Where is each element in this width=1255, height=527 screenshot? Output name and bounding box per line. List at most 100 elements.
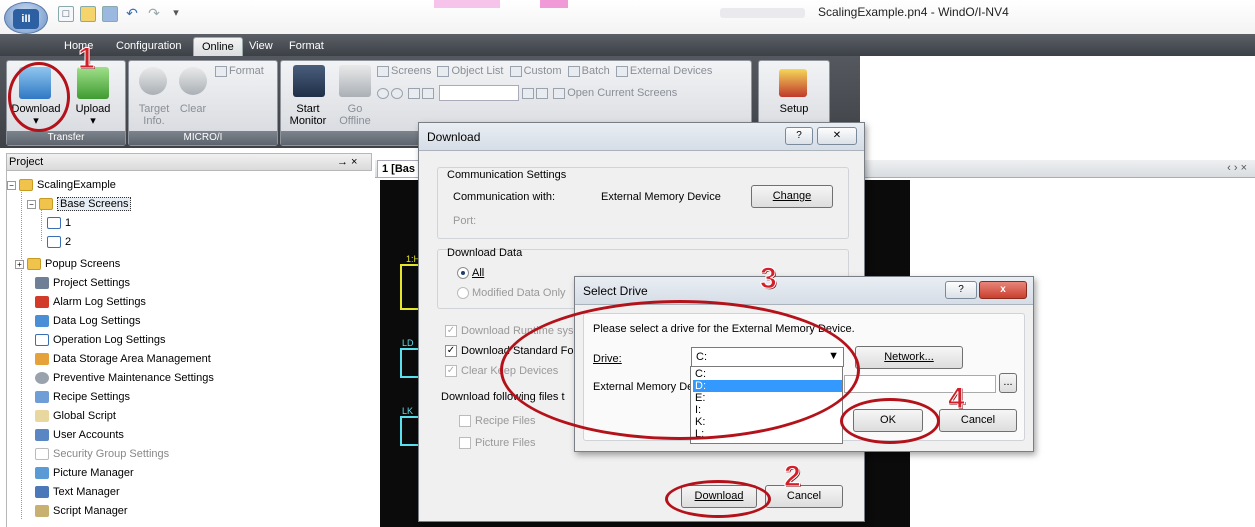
change-button[interactable]: Change <box>751 185 833 208</box>
external-memory-path-field[interactable] <box>844 375 996 393</box>
start-monitor-button[interactable]: Start Monitor <box>283 103 333 127</box>
back-icon[interactable] <box>377 87 389 99</box>
help-button[interactable]: ? <box>785 127 813 145</box>
tree-node-screen-2[interactable]: 2 <box>47 233 71 252</box>
last-icon[interactable] <box>536 87 549 99</box>
save-icon[interactable] <box>102 6 118 22</box>
close-button[interactable]: x <box>979 281 1027 299</box>
tree-node-label: Picture Manager <box>53 467 134 479</box>
tab-format[interactable]: Format <box>281 37 332 56</box>
setup-button[interactable]: Setup <box>763 103 825 115</box>
format-label: Format <box>229 65 264 77</box>
open-current-screens-button[interactable]: Open Current Screens <box>553 87 677 99</box>
background-window-fragment <box>434 0 500 8</box>
application-button[interactable]: iII <box>4 2 48 34</box>
batch-button[interactable]: Batch <box>567 65 610 77</box>
annotation-ring-4 <box>840 398 940 444</box>
new-file-icon[interactable]: □ <box>58 6 74 22</box>
tree-node-data-log[interactable]: Data Log Settings <box>35 312 140 331</box>
radio-icon <box>457 287 469 300</box>
screens-label: Screens <box>391 65 432 77</box>
tab-view[interactable]: View <box>241 37 281 56</box>
open-current-label: Open Current Screens <box>567 86 678 99</box>
tree-node-text-manager[interactable]: Text Manager <box>35 483 120 502</box>
tab-online[interactable]: Online <box>193 37 243 56</box>
undo-icon[interactable]: ↶ <box>124 6 140 22</box>
screen-number-input[interactable] <box>439 85 520 101</box>
tree-node-alarm-log[interactable]: Alarm Log Settings <box>35 293 146 312</box>
annotation-ring-2 <box>665 480 771 518</box>
upload-ribbon-button[interactable]: Upload <box>65 103 121 115</box>
communication-with-label: Communication with: <box>453 191 556 203</box>
recipe-files-checkbox[interactable]: Recipe Files <box>459 415 536 428</box>
micro-i-group-label: MICRO/I <box>129 131 277 145</box>
download-cancel-button[interactable]: Cancel <box>765 485 843 508</box>
batch-icon <box>567 65 580 77</box>
text-icon <box>35 486 49 499</box>
tree-node-data-storage[interactable]: Data Storage Area Management <box>35 350 211 369</box>
object-list-button[interactable]: Object List <box>437 65 503 77</box>
redo-icon[interactable]: ↷ <box>146 6 162 22</box>
first-icon[interactable] <box>408 87 421 99</box>
picture-files-checkbox[interactable]: Picture Files <box>459 437 536 450</box>
port-label: Port: <box>453 215 477 227</box>
tree-node-label: Data Log Settings <box>53 315 141 327</box>
picture-files-label: Picture Files <box>475 437 536 449</box>
pin-close-icons[interactable]: → × <box>337 156 357 168</box>
editor-tab-screen-1[interactable]: 1 [Bas <box>377 160 423 178</box>
format-button[interactable]: Format <box>215 65 264 77</box>
forward-icon[interactable] <box>391 87 403 99</box>
script-icon <box>35 505 49 518</box>
window-title: ScalingExample.pn4 - WindO/I-NV4 <box>818 5 1009 19</box>
help-button[interactable]: ? <box>945 281 977 299</box>
expand-icon[interactable]: + <box>15 259 24 269</box>
project-tree: − ScalingExample − Base Screens 1 2 + Popup… <box>6 171 372 527</box>
collapse-icon[interactable]: − <box>7 180 16 190</box>
close-button[interactable]: ✕ <box>817 127 857 145</box>
tree-node-project-settings[interactable]: Project Settings <box>35 274 130 293</box>
tree-node-operation-log[interactable]: Operation Log Settings <box>35 331 166 350</box>
tree-node-security-group[interactable]: Security Group Settings <box>35 445 169 464</box>
screens-button[interactable]: Screens <box>377 65 431 77</box>
all-radio[interactable]: All <box>457 267 484 280</box>
open-folder-icon[interactable] <box>80 6 96 22</box>
tree-node-popup-screens[interactable]: + Popup Screens <box>15 255 120 274</box>
tree-node-global-script[interactable]: Global Script <box>35 407 116 426</box>
target-info-button[interactable]: Target Info. <box>131 103 177 127</box>
network-button[interactable]: Network... <box>855 346 963 369</box>
recipe-files-label: Recipe Files <box>475 415 536 427</box>
download-dialog-titlebar: Download ? ✕ <box>419 123 864 151</box>
tree-node-recipe-settings[interactable]: Recipe Settings <box>35 388 130 407</box>
tree-node-label: Script Manager <box>53 505 128 517</box>
tree-node-picture-manager[interactable]: Picture Manager <box>35 464 134 483</box>
folder-icon <box>39 198 53 211</box>
tree-node-base-screens[interactable]: − Base Screens <box>27 195 132 214</box>
previous-icon[interactable] <box>422 87 435 99</box>
tree-node-project[interactable]: − ScalingExample <box>7 176 116 195</box>
tree-node-user-accounts[interactable]: User Accounts <box>35 426 124 445</box>
external-devices-button[interactable]: External Devices <box>615 65 712 77</box>
next-icon[interactable] <box>522 87 535 99</box>
editor-tab-controls[interactable]: ‹ › × <box>1227 162 1247 174</box>
modified-data-radio[interactable]: Modified Data Only <box>457 287 566 300</box>
screens-row: Screens Object List Custom Batch Externa… <box>377 65 712 77</box>
maintenance-icon <box>35 372 49 385</box>
quick-access-dropdown-icon[interactable]: ▾ <box>168 6 184 22</box>
canvas-label-ld: LD <box>402 338 414 348</box>
micro-i-group: Target Info. Clear Format MICRO/I <box>128 60 278 146</box>
browse-button[interactable]: ... <box>999 373 1017 393</box>
clear-button[interactable]: Clear <box>173 103 213 115</box>
tree-node-screen-1[interactable]: 1 <box>47 214 71 233</box>
collapse-icon[interactable]: − <box>27 199 36 209</box>
tree-node-label: Security Group Settings <box>53 448 170 460</box>
tree-node-label: Preventive Maintenance Settings <box>53 372 214 384</box>
screen-icon <box>47 217 61 230</box>
tab-configuration[interactable]: Configuration <box>108 37 189 56</box>
tree-node-script-manager[interactable]: Script Manager <box>35 502 128 521</box>
custom-button[interactable]: Custom <box>509 65 561 77</box>
tree-node-preventive-maintenance[interactable]: Preventive Maintenance Settings <box>35 369 214 388</box>
communication-settings-heading: Communication Settings <box>447 169 567 181</box>
target-info-icon <box>139 67 167 95</box>
go-offline-button[interactable]: Go Offline <box>335 103 375 127</box>
upload-dropdown-icon[interactable]: ▾ <box>65 115 121 127</box>
